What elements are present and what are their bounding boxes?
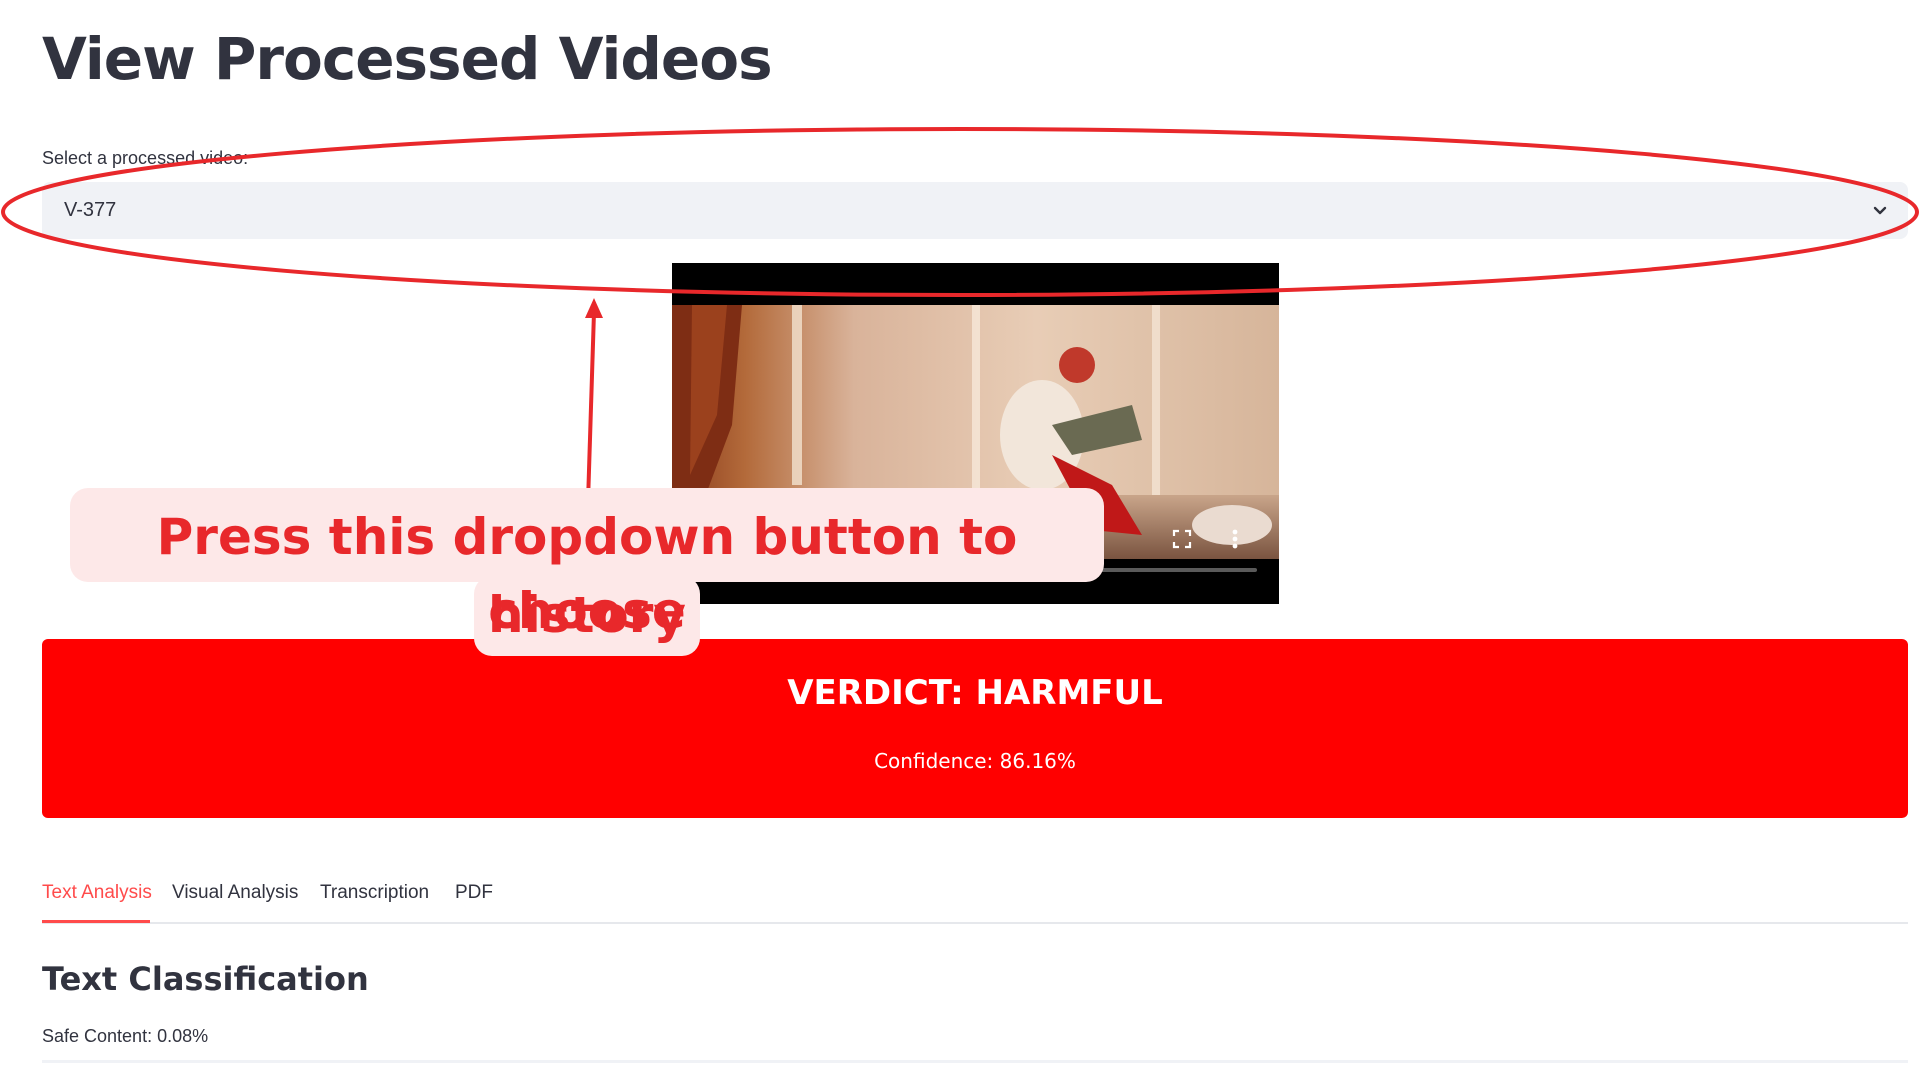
annotation-arrow-head bbox=[585, 298, 603, 318]
more-options-icon[interactable] bbox=[1222, 526, 1248, 552]
tab-text-analysis[interactable]: Text Analysis bbox=[42, 882, 152, 904]
annotation-arrow-line bbox=[586, 311, 596, 503]
page-title: View Processed Videos bbox=[42, 25, 773, 93]
annotation-callout-line2: history bbox=[488, 586, 686, 644]
video-progress-bar[interactable] bbox=[1084, 568, 1257, 572]
tab-transcription[interactable]: Transcription bbox=[320, 882, 429, 904]
processed-video-select[interactable]: V-377 bbox=[42, 182, 1908, 239]
select-label: Select a processed video: bbox=[42, 148, 249, 168]
verdict-banner: VERDICT: HARMFUL Confidence: 86.16% bbox=[42, 639, 1908, 818]
verdict-confidence: Confidence: 86.16% bbox=[874, 749, 1076, 773]
verdict-title: VERDICT: HARMFUL bbox=[787, 673, 1163, 713]
tab-pdf[interactable]: PDF bbox=[455, 882, 493, 904]
safe-content-value: Safe Content: 0.08% bbox=[42, 1026, 209, 1046]
analysis-tabs: Text Analysis Visual Analysis Transcript… bbox=[42, 876, 1908, 924]
divider bbox=[42, 1060, 1908, 1063]
select-value: V-377 bbox=[64, 199, 117, 221]
text-classification-heading: Text Classification bbox=[42, 960, 369, 998]
tab-visual-analysis[interactable]: Visual Analysis bbox=[172, 882, 298, 904]
active-tab-indicator bbox=[42, 920, 150, 923]
chevron-down-icon[interactable] bbox=[1870, 201, 1890, 221]
fullscreen-icon[interactable] bbox=[1169, 526, 1195, 552]
